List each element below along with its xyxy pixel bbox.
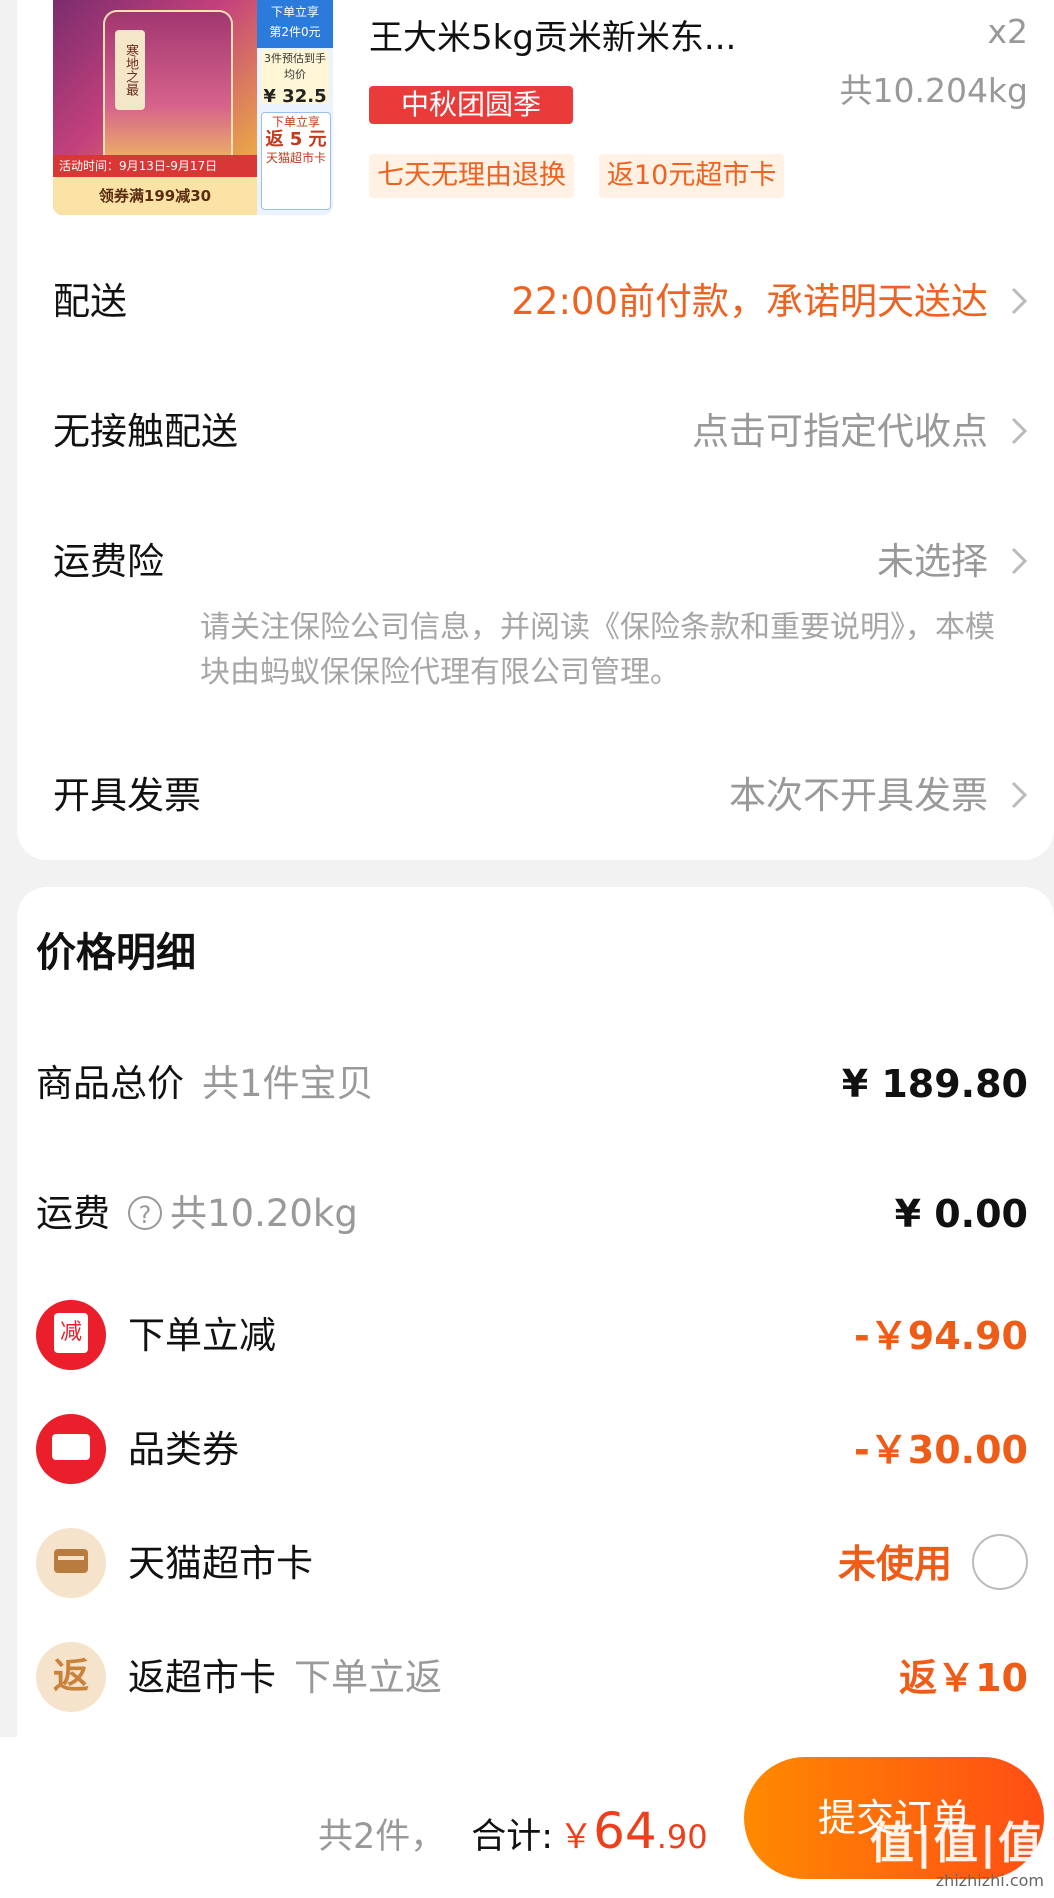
delivery-label: 配送 [53,280,127,323]
thumb-side-panel: 下单立享 第2件0元 3件预估到手均价 ¥ 32.5 下单立享 返 5 元 天猫… [257,0,333,215]
tmall-card-status: 未使用 [837,1542,952,1586]
watermark: 值|值|值 zhizhizhi.com [870,1807,1044,1890]
contactless-label: 无接触配送 [53,410,238,453]
category-coupon-row[interactable]: 品类券 -￥30.00 [36,1414,1028,1484]
order-card: 寒地之最 下单立享 第2件0元 3件预估到手均价 ¥ 32.5 下单立享 返 5… [17,0,1054,860]
insurance-note: 请关注保险公司信息，并阅读《保险条款和重要说明》，本模块由蚂蚁保保险代理有限公司… [200,610,995,690]
thumb-side-card: 下单立享 返 5 元 天猫超市卡 [261,112,331,210]
goods-total-label-text: 商品总价 [36,1062,184,1105]
chevron-right-icon [1011,547,1028,575]
invoice-value: 本次不开具发票 [729,774,988,817]
contactless-row[interactable]: 无接触配送 点击可指定代收点 [53,402,1028,462]
instant-discount-label: 下单立减 [128,1314,276,1357]
product-title[interactable]: 王大米5kg贡米新米东... [369,10,736,59]
goods-total-sub: 共1件宝贝 [202,1062,374,1105]
goods-total-amount: ¥ 189.80 [841,1062,1028,1106]
product-thumbnail[interactable]: 寒地之最 下单立享 第2件0元 3件预估到手均价 ¥ 32.5 下单立享 返 5… [53,0,333,215]
chevron-right-icon [1011,287,1028,315]
thumb-activity-strip: 活动时间：9月13日-9月17日 [53,155,257,177]
cashback-sub: 下单立返 [294,1656,442,1699]
product-quantity: x2 [987,12,1028,51]
thumb-price-value: ¥ 32.5 [263,86,327,107]
thumb-side-price: 3件预估到手均价 ¥ 32.5 [261,50,329,107]
discount-icon: 减 [36,1300,106,1370]
shipping-amount: ¥ 0.00 [894,1192,1028,1236]
watermark-url: zhizhizhi.com [935,1871,1044,1890]
tmall-card-row[interactable]: 天猫超市卡 未使用 [36,1528,1028,1598]
help-icon[interactable]: ? [128,1195,162,1230]
cashback-card-row: 返 返超市卡 下单立返 返￥10 [36,1642,1028,1712]
thumb-side-top-line1: 下单立享 [270,5,319,19]
card-icon [36,1528,106,1598]
category-coupon-amount: -￥30.00 [854,1428,1028,1472]
ticket-icon [52,1433,90,1460]
cashback-amount: 返￥10 [899,1656,1028,1700]
discount-icon-glyph: 减 [54,1312,88,1353]
total-integer: 64 [593,1802,657,1860]
thumb-card-line3: 天猫超市卡 [265,151,326,165]
delivery-row[interactable]: 配送 22:00前付款，承诺明天送达 [53,272,1028,332]
bag-label: 寒地之最 [115,30,145,110]
chevron-right-icon [1011,417,1028,445]
tmall-card-radio[interactable] [972,1534,1028,1590]
total-currency: ￥ [559,1817,594,1857]
wallet-card-icon [54,1548,88,1573]
service-tag-return: 七天无理由退换 [369,154,574,198]
delivery-value: 22:00前付款，承诺明天送达 [511,280,988,323]
goods-total-row: 商品总价 共1件宝贝 ¥ 189.80 [36,1052,1028,1116]
instant-discount-row: 减 下单立减 -￥94.90 [36,1300,1028,1370]
invoice-row[interactable]: 开具发票 本次不开具发票 [53,766,1028,826]
cashback-label-text: 返超市卡 [128,1656,276,1699]
item-count: 共2件， [318,1817,446,1857]
shipping-label: 运费? 共10.20kg [36,1182,358,1246]
promo-tag: 中秋团圆季 [369,86,573,124]
insurance-value: 未选择 [877,540,988,583]
coupon-icon [36,1414,106,1484]
order-summary: 共2件， 合计: ￥64.90 [318,1802,708,1860]
total-label: 合计: [471,1817,554,1857]
thumb-card-line2: 返 5 元 [265,129,327,150]
thumb-side-top-line2: 第2件0元 [269,25,321,39]
invoice-label: 开具发票 [53,774,201,817]
total-decimal: .90 [656,1818,708,1856]
service-tag-card: 返10元超市卡 [599,154,785,198]
price-detail-title: 价格明细 [36,930,196,976]
insurance-label: 运费险 [53,540,164,583]
shipping-label-text: 运费 [36,1192,110,1235]
chevron-right-icon [1011,781,1028,809]
category-coupon-label: 品类券 [128,1428,239,1471]
cashback-label: 返超市卡 下单立返 [128,1646,442,1710]
thumb-price-label: 3件预估到手均价 [264,52,326,81]
instant-discount-amount: -￥94.90 [854,1314,1028,1358]
shipping-sub: 共10.20kg [170,1192,358,1235]
watermark-logo: 值|值|值 [869,1818,1044,1869]
tmall-card-label: 天猫超市卡 [128,1542,313,1585]
insurance-row[interactable]: 运费险 未选择 [53,532,1028,592]
cashback-icon: 返 [36,1642,106,1712]
product-weight: 共10.204kg [839,71,1028,110]
shipping-row: 运费? 共10.20kg ¥ 0.00 [36,1182,1028,1246]
contactless-value: 点击可指定代收点 [692,410,988,453]
thumb-side-top: 下单立享 第2件0元 [257,0,333,48]
thumb-coupon-strip: 领券满199减30 [53,177,257,215]
checkout-bar: 共2件， 合计: ￥64.90 提交订单 值|值|值 zhizhizhi.com [0,1737,1054,1898]
goods-total-label: 商品总价 共1件宝贝 [36,1052,374,1116]
